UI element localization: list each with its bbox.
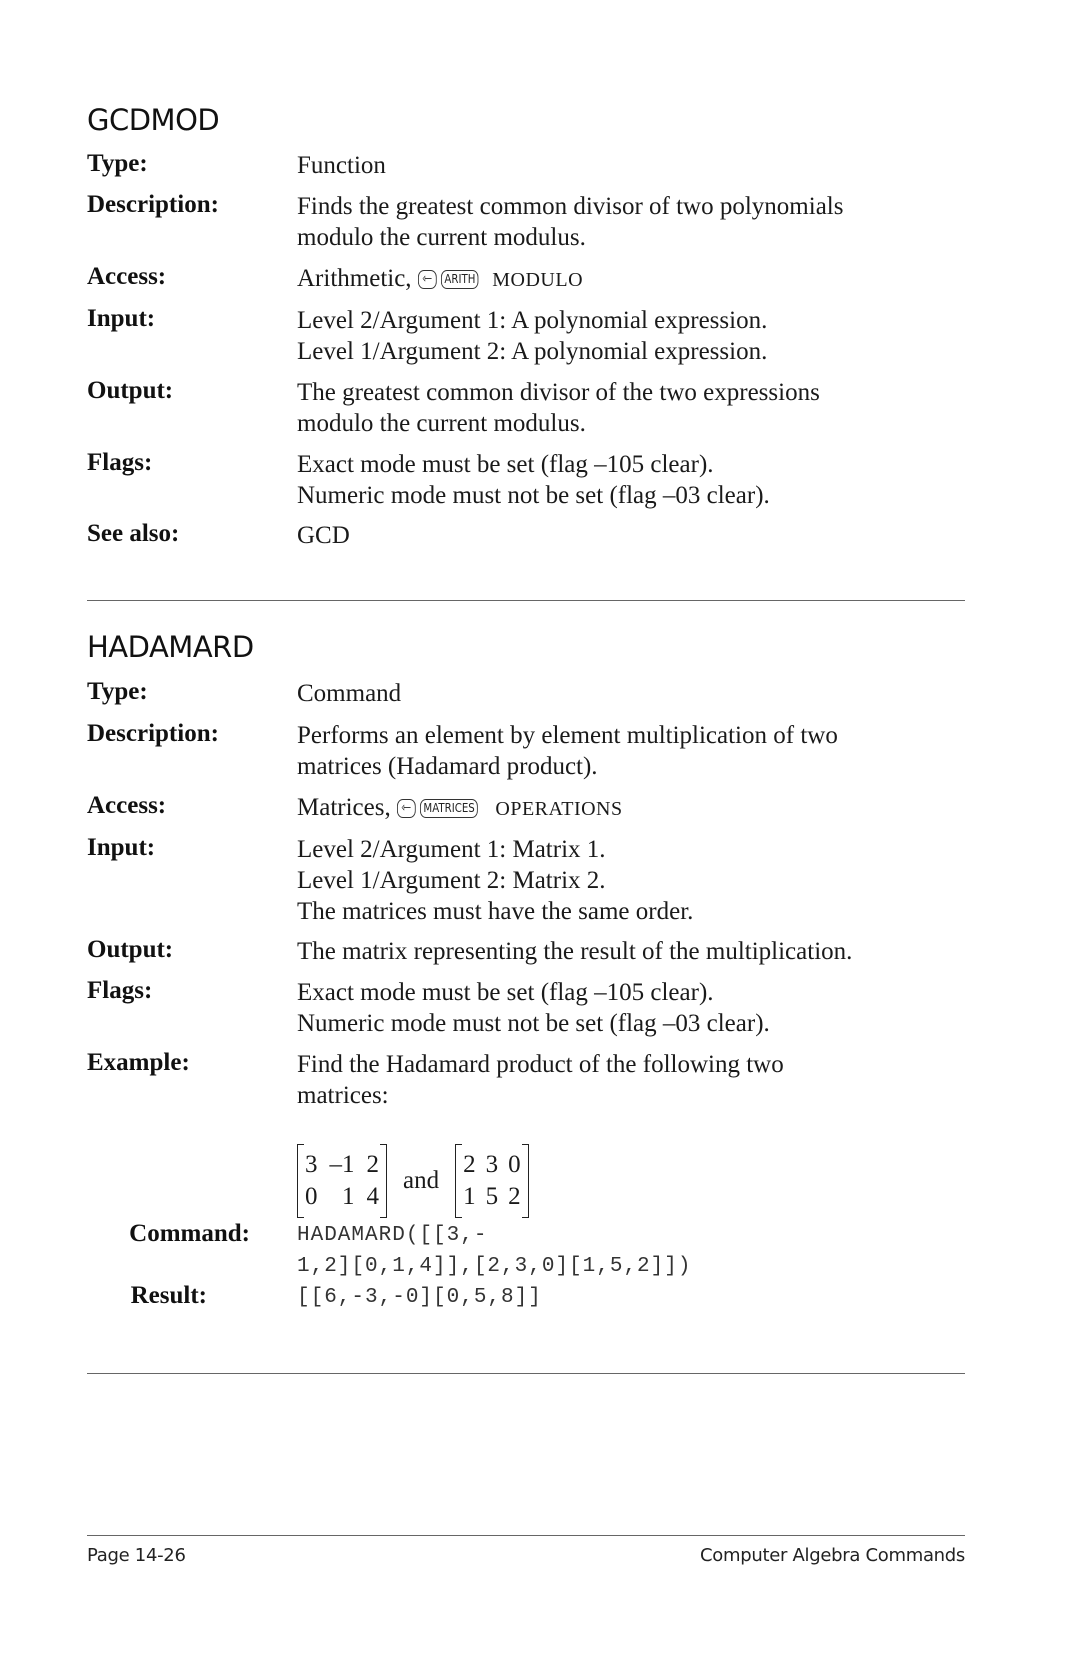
field-value: Finds the greatest common divisor of two… — [297, 191, 843, 253]
matrix-2: 2 3 0 1 5 2 — [455, 1144, 529, 1218]
example-matrices: 3 –1 2 0 1 4 and 2 3 0 1 5 2 — [297, 1144, 529, 1218]
matrix-cell: 2 — [366, 1151, 380, 1178]
see-also-link: GCD — [297, 522, 350, 549]
field-value: Command — [297, 678, 401, 709]
field-value: Level 2/Argument 1: Matrix 1. Level 1/Ar… — [297, 834, 693, 927]
field-label: Output: — [87, 377, 174, 404]
field-value: Function — [297, 150, 386, 181]
field-label: Command: — [129, 1220, 250, 1247]
description-line: Performs an element by element multiplic… — [297, 722, 838, 749]
field-value: Arithmetic, ⇽ ARITH MODULO — [297, 263, 583, 294]
entry-title-gcdmod: GCDMOD — [87, 103, 220, 137]
matrix-cell: 0 — [508, 1151, 521, 1178]
matrix-cell: 1 — [463, 1183, 476, 1210]
command-line: 1,2][0,1,4]],[2,3,0][1,5,2]]) — [297, 1255, 692, 1278]
description-line: modulo the current modulus. — [297, 224, 586, 251]
field-label: See also: — [87, 520, 180, 547]
footer-rule — [87, 1535, 965, 1536]
example-line: Find the Hadamard product of the followi… — [297, 1051, 784, 1078]
output-line: The greatest common divisor of the two e… — [297, 379, 820, 406]
manual-page: GCDMOD Type: Function Description: Finds… — [0, 0, 1080, 1656]
field-label: Description: — [87, 191, 219, 218]
description-line: Finds the greatest common divisor of two… — [297, 193, 844, 220]
matrix-cell: 0 — [305, 1183, 318, 1210]
field-label: Access: — [87, 263, 167, 290]
field-value: Exact mode must be set (flag –105 clear)… — [297, 449, 770, 511]
flags-line: Exact mode must be set (flag –105 clear)… — [297, 979, 714, 1006]
field-label: Access: — [87, 792, 167, 819]
left-shift-arrow-icon: ⇽ — [417, 270, 437, 289]
field-value: Find the Hadamard product of the followi… — [297, 1049, 784, 1111]
input-line: The matrices must have the same order. — [297, 898, 694, 925]
field-label: Flags: — [87, 449, 153, 476]
flags-line: Exact mode must be set (flag –105 clear)… — [297, 451, 714, 478]
command-code: HADAMARD([[3,- 1,2][0,1,4]],[2,3,0][1,5,… — [297, 1220, 691, 1282]
field-value: Matrices, ⇽ MATRICES OPERATIONS — [297, 792, 623, 823]
field-value: The matrix representing the result of th… — [297, 936, 852, 967]
flags-line: Numeric mode must not be set (flag –03 c… — [297, 1010, 770, 1037]
access-prefix: Matrices, — [297, 794, 397, 821]
type-value: Command — [297, 680, 402, 707]
input-line: Level 2/Argument 1: Matrix 1. — [297, 836, 606, 863]
access-path: Arithmetic, ⇽ ARITH MODULO — [297, 263, 583, 294]
field-label: Type: — [87, 678, 148, 705]
output-line: The matrix representing the result of th… — [297, 938, 853, 965]
entry-title-hadamard: HADAMARD — [87, 630, 254, 664]
input-line: Level 1/Argument 2: Matrix 2. — [297, 867, 606, 894]
result-code: [[6,-3,-0][0,5,8]] — [297, 1282, 542, 1313]
arith-key-icon: ARITH — [440, 270, 479, 289]
matrix-cell: –1 — [329, 1151, 355, 1178]
matrix-cell: 5 — [485, 1183, 499, 1210]
field-value: The greatest common divisor of the two e… — [297, 377, 820, 439]
result-line: [[6,-3,-0][0,5,8]] — [297, 1286, 542, 1309]
matrices-key-icon: MATRICES — [419, 799, 478, 818]
field-label: Example: — [87, 1049, 190, 1076]
section-divider — [87, 1373, 965, 1374]
description-line: matrices (Hadamard product). — [297, 753, 598, 780]
field-value: Level 2/Argument 1: A polynomial express… — [297, 305, 767, 367]
access-prefix: Arithmetic, — [297, 265, 418, 292]
matrix-cell: 4 — [366, 1183, 380, 1210]
field-label: Input: — [87, 834, 156, 861]
field-label: Output: — [87, 936, 174, 963]
output-line: modulo the current modulus. — [297, 410, 586, 437]
field-value: Performs an element by element multiplic… — [297, 720, 838, 782]
field-label: Flags: — [87, 977, 153, 1004]
matrix-cell: 3 — [485, 1151, 499, 1178]
matrix-cell: 2 — [508, 1183, 521, 1210]
example-line: matrices: — [297, 1082, 389, 1109]
section-divider — [87, 600, 965, 601]
matrix-joiner: and — [403, 1167, 440, 1194]
field-label: Result: — [130, 1282, 207, 1309]
access-menu: MODULO — [492, 269, 584, 291]
access-path: Matrices, ⇽ MATRICES OPERATIONS — [297, 792, 623, 823]
left-shift-arrow-icon: ⇽ — [396, 799, 416, 818]
field-value: GCD — [297, 520, 350, 551]
flags-line: Numeric mode must not be set (flag –03 c… — [297, 482, 770, 509]
matrix-1: 3 –1 2 0 1 4 — [297, 1144, 387, 1218]
command-line: HADAMARD([[3,- — [297, 1224, 488, 1247]
matrix-cell: 1 — [342, 1183, 355, 1210]
access-menu: OPERATIONS — [495, 798, 623, 820]
matrix-cell: 3 — [305, 1151, 318, 1178]
field-label: Description: — [87, 720, 219, 747]
field-label: Input: — [87, 305, 156, 332]
section-name: Computer Algebra Commands — [700, 1545, 965, 1566]
input-line: Level 1/Argument 2: A polynomial express… — [297, 338, 768, 365]
matrix-cell: 2 — [463, 1151, 476, 1178]
field-label: Type: — [87, 150, 148, 177]
page-number: Page 14-26 — [87, 1545, 186, 1566]
field-value: Exact mode must be set (flag –105 clear)… — [297, 977, 770, 1039]
type-value: Function — [297, 152, 386, 179]
input-line: Level 2/Argument 1: A polynomial express… — [297, 307, 768, 334]
